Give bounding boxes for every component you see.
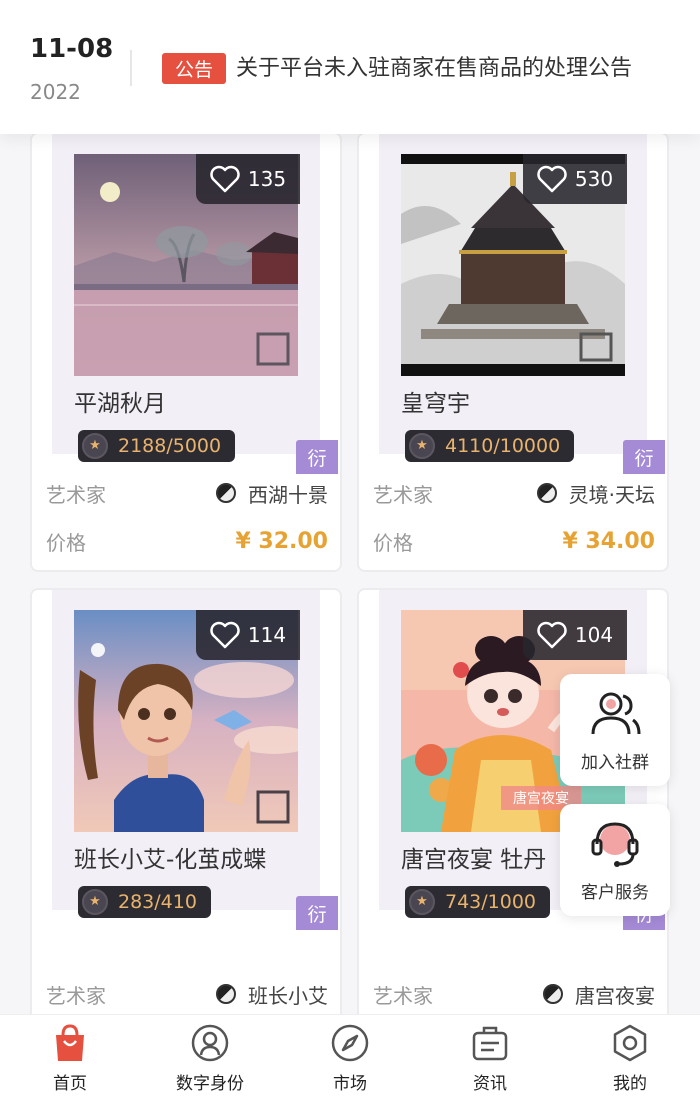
artist-avatar [216,483,236,503]
star-icon: ★ [409,433,435,459]
hexagon-icon [613,1024,647,1061]
artist-avatar [536,483,557,503]
stock-pill: ★ 283/410 [78,886,211,918]
card-title: 皇穹宇 [401,391,470,417]
notice-tag: 公告 [162,53,226,84]
date-year: 2022 [30,80,81,104]
price-row: 价格 ¥ 32.00 [46,526,328,556]
users-icon [591,692,641,734]
price-row: 价格 ¥ 34.00 [373,526,655,556]
like-count[interactable]: 114 [196,610,300,660]
artist-name: 班长小艾 [248,983,328,1008]
artist-row: 艺术家 灵境·天坛 [373,478,655,508]
stock-pill: ★ 743/1000 [405,886,551,918]
shopping-bag-icon [56,1023,84,1061]
like-count-value: 104 [574,623,614,647]
header: 11-08 2022 公告 关于平台未入驻商家在售商品的处理公告 [0,0,700,134]
artist-label: 艺术家 [373,983,433,1008]
user-circle-icon [191,1024,229,1061]
nav-label: 市场 [333,1073,367,1094]
stock-value: 743/1000 [445,891,537,913]
header-divider [130,50,132,86]
artist-name: 西湖十景 [248,482,328,507]
join-community-label: 加入社群 [581,752,649,773]
nav-item-market[interactable]: 市场 [280,1015,420,1101]
join-community-button[interactable]: 加入社群 [560,674,670,786]
news-icon [472,1026,508,1060]
artist-row: 艺术家 唐宫夜宴 [373,979,655,1009]
artist-name: 灵境·天坛 [568,482,655,507]
stock-value: 2188/5000 [118,435,222,457]
heart-icon [537,621,567,649]
artist-avatar [543,984,563,1004]
nft-card[interactable]: 530 皇穹宇 ★ 4110/10000 衍 艺术家 灵境·天坛 价格 ¥ 34… [357,132,669,572]
stock-value: 283/410 [118,891,197,913]
like-count[interactable]: 135 [196,154,300,204]
nft-card[interactable]: 135 平湖秋月 ★ 2188/5000 衍 艺术家 西湖十景 价格 ¥ 32.… [30,132,342,572]
price-value: ¥ 34.00 [562,528,655,554]
compass-icon [331,1024,369,1061]
price-label: 价格 [373,530,413,555]
stock-pill: ★ 2188/5000 [78,430,236,462]
customer-service-label: 客户服务 [581,882,649,903]
heart-icon [537,165,567,193]
nav-item-mine[interactable]: 我的 [560,1015,700,1101]
nav-item-digital-identity[interactable]: 数字身份 [140,1015,280,1101]
nav-item-news[interactable]: 资讯 [420,1015,560,1101]
price-value: ¥ 32.00 [235,528,328,554]
bottom-nav: 首页 数字身份 市场 资讯 我的 [0,1014,700,1101]
headset-icon [591,821,639,867]
artist-label: 艺术家 [46,482,106,507]
nft-card[interactable]: 114 班长小艾-化茧成蝶 ★ 283/410 衍 艺术家 班长小艾 [30,588,342,1028]
nav-label: 首页 [53,1073,87,1094]
artist-avatar [216,984,236,1004]
notice-text[interactable]: 关于平台未入驻商家在售商品的处理公告 [236,53,668,84]
derive-badge: 衍 [296,440,338,474]
card-top: 114 班长小艾-化茧成蝶 ★ 283/410 衍 [52,590,338,930]
star-icon: ★ [82,889,108,915]
card-title: 班长小艾-化茧成蝶 [74,847,267,873]
artist-row: 艺术家 班长小艾 [46,979,328,1009]
stock-pill: ★ 4110/10000 [405,430,575,462]
card-title: 平湖秋月 [74,391,166,417]
artist-row: 艺术家 西湖十景 [46,478,328,508]
like-count-value: 135 [247,167,287,191]
card-top: 530 皇穹宇 ★ 4110/10000 衍 [379,134,665,474]
nav-label: 资讯 [473,1073,507,1094]
heart-icon [210,621,240,649]
svg-text:唐宫夜宴: 唐宫夜宴 [513,790,569,807]
nav-item-home[interactable]: 首页 [0,1015,140,1101]
like-count-value: 114 [247,623,287,647]
like-count[interactable]: 104 [523,610,627,660]
star-icon: ★ [409,889,435,915]
card-top: 135 平湖秋月 ★ 2188/5000 衍 [52,134,338,474]
artist-label: 艺术家 [373,482,433,507]
stock-value: 4110/10000 [445,435,561,457]
price-label: 价格 [46,530,86,555]
nav-label: 数字身份 [176,1073,244,1094]
like-count[interactable]: 530 [523,154,627,204]
derive-badge: 衍 [623,440,665,474]
like-count-value: 530 [574,167,614,191]
customer-service-button[interactable]: 客户服务 [560,804,670,916]
artist-name: 唐宫夜宴 [575,983,655,1008]
star-icon: ★ [82,433,108,459]
heart-icon [210,165,240,193]
nav-label: 我的 [613,1073,647,1094]
date-day: 11-08 [30,34,114,64]
derive-badge: 衍 [296,896,338,930]
artist-label: 艺术家 [46,983,106,1008]
